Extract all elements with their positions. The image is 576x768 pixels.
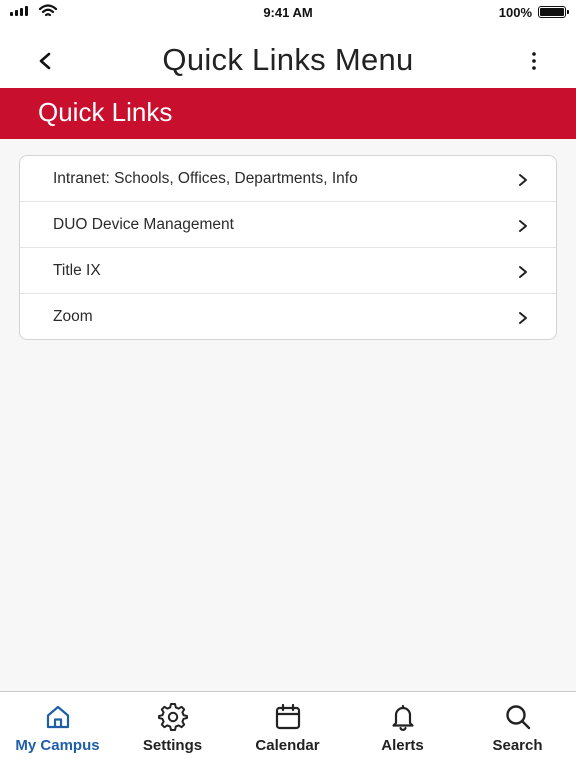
tab-search[interactable]: Search [460, 692, 575, 768]
tab-label: Settings [142, 737, 203, 754]
list-item-duo-device-management[interactable]: DUO Device Management [20, 202, 556, 248]
list-item-label: Zoom [53, 308, 93, 325]
page-title: Quick Links Menu [162, 42, 414, 77]
navigation-header: Quick Links Menu [0, 26, 576, 88]
status-bar: 9:41 AM 100% [0, 0, 576, 26]
list-item-title-ix[interactable]: Title IX [20, 248, 556, 294]
calendar-icon [275, 703, 301, 730]
battery-icon [538, 6, 569, 18]
status-time: 9:41 AM [263, 5, 313, 20]
search-icon [506, 705, 531, 730]
tab-label: My Campus [15, 737, 100, 754]
chevron-right-icon [519, 220, 527, 232]
list-item-label: DUO Device Management [53, 216, 234, 233]
tab-settings[interactable]: Settings [115, 692, 230, 768]
bell-icon [392, 704, 414, 731]
bottom-tab-bar: My Campus Settings Calendar Alerts Searc… [0, 691, 576, 768]
quick-links-list: Intranet: Schools, Offices, Departments,… [19, 155, 557, 340]
list-item-zoom[interactable]: Zoom [20, 294, 556, 339]
banner-title: Quick Links [38, 97, 173, 127]
tab-calendar[interactable]: Calendar [230, 692, 345, 768]
chevron-right-icon [519, 174, 527, 186]
list-item-intranet[interactable]: Intranet: Schools, Offices, Departments,… [20, 156, 556, 202]
tab-label: Alerts [381, 737, 424, 754]
tab-label: Calendar [255, 737, 320, 754]
tab-label: Search [492, 737, 543, 754]
tab-alerts[interactable]: Alerts [345, 692, 460, 768]
tab-my-campus[interactable]: My Campus [0, 692, 115, 768]
battery-percentage: 100% [498, 5, 532, 20]
chevron-right-icon [519, 312, 527, 324]
back-chevron-icon[interactable] [30, 46, 60, 76]
chevron-right-icon [519, 266, 527, 278]
more-vertical-icon[interactable] [524, 50, 544, 72]
gear-icon [158, 703, 188, 731]
home-icon [46, 705, 70, 729]
list-item-label: Intranet: Schools, Offices, Departments,… [53, 170, 358, 187]
list-item-label: Title IX [53, 262, 101, 279]
section-banner: Quick Links [0, 88, 576, 139]
